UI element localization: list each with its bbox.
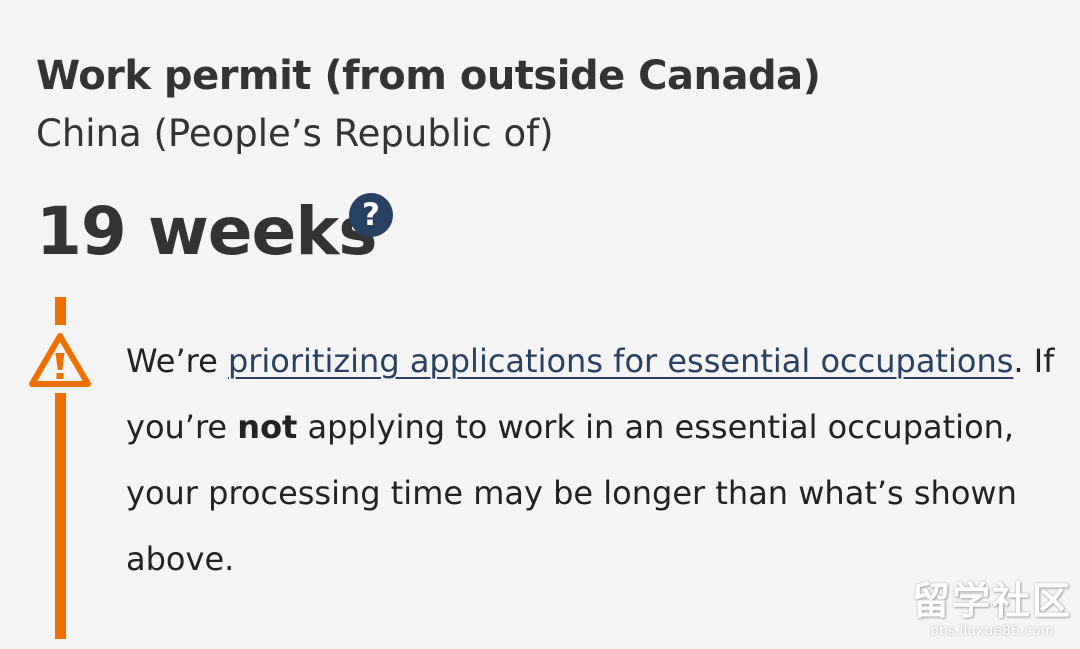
alert-border-top: [55, 297, 66, 325]
watermark-url: bbs.liuxue86.com: [929, 623, 1055, 639]
page-title: Work permit (from outside Canada): [36, 52, 821, 99]
processing-time-row: 19 weeks: [36, 190, 377, 274]
question-circle-icon[interactable]: ?: [349, 193, 393, 237]
alert-link-punctuation: .: [1013, 342, 1024, 380]
processing-time-value: 19 weeks: [36, 193, 377, 270]
alert-intro: We’re: [126, 342, 228, 380]
alert-message: We’re prioritizing applications for esse…: [126, 328, 1066, 592]
alert-border: [55, 393, 66, 639]
warning-triangle-icon: [29, 333, 91, 387]
essential-occupations-link[interactable]: prioritizing applications for essential …: [228, 342, 1013, 380]
alert-emphasis: not: [237, 408, 298, 446]
country-label: China (People’s Republic of): [36, 112, 554, 155]
